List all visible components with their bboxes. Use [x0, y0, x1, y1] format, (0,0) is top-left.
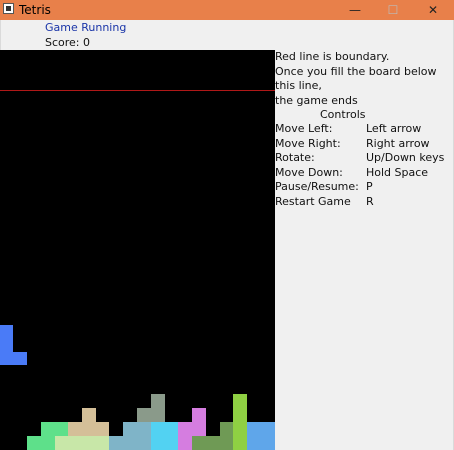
- instruction-line: Once you fill the board below this line,: [275, 64, 437, 93]
- boundary-line: [0, 90, 275, 91]
- control-action: Restart Game: [275, 195, 351, 208]
- control-action: Move Down:: [275, 166, 343, 179]
- control-row: Move Left: Left arrow: [275, 122, 421, 136]
- maximize-button[interactable]: ☐: [374, 0, 412, 20]
- game-board[interactable]: [0, 50, 275, 450]
- control-key: Up/Down keys: [366, 151, 445, 164]
- app-icon: [3, 3, 14, 14]
- control-key: Left arrow: [366, 122, 422, 135]
- score-label: Score: 0: [45, 36, 91, 49]
- title-bar[interactable]: Tetris — ☐ ✕: [0, 0, 454, 20]
- control-row: Move Down: Hold Space: [275, 166, 428, 180]
- control-action: Rotate:: [275, 151, 315, 164]
- control-row: Pause/Resume: P: [275, 180, 373, 194]
- control-action: Pause/Resume:: [275, 180, 359, 193]
- control-key: Right arrow: [366, 137, 430, 150]
- control-row: Rotate: Up/Down keys: [275, 151, 444, 165]
- window-title: Tetris: [19, 3, 51, 17]
- control-action: Move Right:: [275, 137, 341, 150]
- control-key: P: [366, 180, 373, 193]
- control-action: Move Left:: [275, 122, 333, 135]
- instruction-line: the game ends: [275, 93, 358, 107]
- instructions-panel: Red line is boundary. Once you fill the …: [275, 50, 453, 108]
- control-row: Move Right: Right arrow: [275, 137, 430, 151]
- control-row: Restart Game R: [275, 195, 374, 209]
- control-key: R: [366, 195, 374, 208]
- instruction-line: Red line is boundary.: [275, 50, 390, 63]
- minimize-button[interactable]: —: [336, 0, 374, 20]
- close-button[interactable]: ✕: [414, 0, 452, 20]
- controls-heading: Controls: [320, 108, 366, 121]
- game-status: Game Running: [45, 21, 127, 34]
- control-key: Hold Space: [366, 166, 429, 179]
